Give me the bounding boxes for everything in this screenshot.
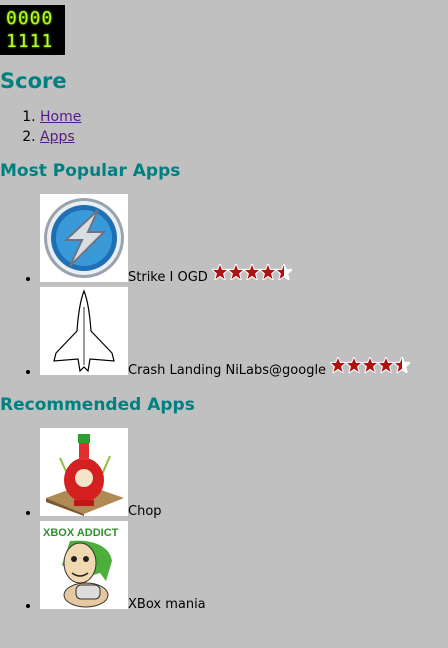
breadcrumb-link-home[interactable]: Home bbox=[40, 109, 81, 125]
recommended-apps-list: Chop XBOX ADDICT bbox=[0, 428, 206, 614]
app-name[interactable]: Crash Landing NiLabs@google bbox=[128, 364, 326, 377]
star-full-icon bbox=[259, 264, 276, 280]
star-full-icon bbox=[227, 264, 244, 280]
breadcrumb-item: Apps bbox=[40, 127, 81, 147]
star-full-icon bbox=[243, 264, 260, 280]
rating-stars bbox=[211, 264, 292, 280]
section-title-recommended: Recommended Apps bbox=[0, 395, 195, 415]
list-item: XBOX ADDICT XBox mania bbox=[40, 521, 206, 614]
strike-lightning-icon[interactable] bbox=[40, 194, 128, 282]
star-full-icon bbox=[346, 357, 363, 373]
app-name[interactable]: XBox mania bbox=[128, 598, 206, 611]
page-title: Score bbox=[0, 69, 67, 93]
space-shuttle-icon[interactable] bbox=[40, 287, 128, 375]
list-item: Chop bbox=[40, 428, 206, 521]
site-logo[interactable]: 0000 1111 bbox=[0, 5, 65, 55]
section-title-popular: Most Popular Apps bbox=[0, 161, 181, 181]
popular-apps-list: Strike I OGD Crash Landing NiLabs@google bbox=[0, 194, 411, 380]
page: 0000 1111 Score Home Apps Most Popular A… bbox=[0, 0, 448, 648]
app-name[interactable]: Strike I OGD bbox=[128, 271, 208, 284]
star-full-icon bbox=[362, 357, 379, 373]
breadcrumb-item: Home bbox=[40, 107, 81, 127]
star-full-icon bbox=[330, 357, 347, 373]
list-item: Strike I OGD bbox=[40, 194, 410, 287]
breadcrumb-link-apps[interactable]: Apps bbox=[40, 129, 75, 145]
xbox-addict-icon[interactable]: XBOX ADDICT bbox=[40, 521, 128, 609]
logo-line-1: 0000 bbox=[6, 8, 54, 29]
breadcrumb: Home Apps bbox=[0, 107, 81, 147]
rating-stars bbox=[330, 357, 411, 373]
app-name[interactable]: Chop bbox=[128, 505, 162, 518]
star-half-icon bbox=[394, 357, 411, 373]
xbox-addict-logo-text: XBOX ADDICT bbox=[43, 527, 119, 539]
star-full-icon bbox=[211, 264, 228, 280]
logo-line-2: 1111 bbox=[6, 31, 54, 52]
star-half-icon bbox=[275, 264, 292, 280]
list-item: Crash Landing NiLabs@google bbox=[40, 287, 411, 380]
sriracha-bottle-icon[interactable] bbox=[40, 428, 128, 516]
star-full-icon bbox=[378, 357, 395, 373]
